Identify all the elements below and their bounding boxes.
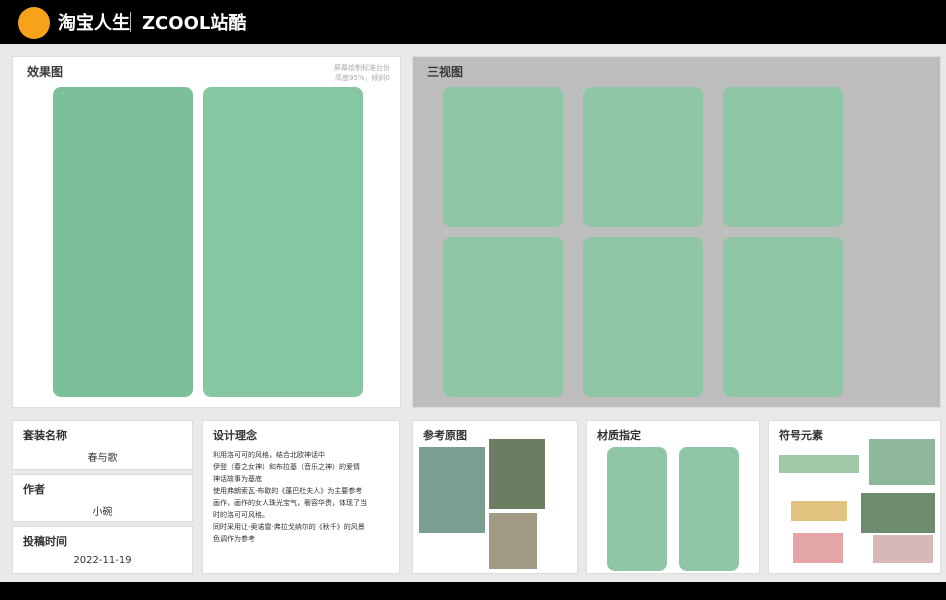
- three-view-bottom-1: [443, 237, 563, 397]
- symbol-image-4: [861, 493, 935, 533]
- design-panel: 设计理念 利用洛可可的风格，结合北欧神话中 伊登（春之女神）和布拉基（音乐之神）…: [202, 420, 400, 574]
- design-line-8: 色调作为参考: [213, 535, 255, 543]
- symbol-image-2: [869, 439, 935, 485]
- design-line-2: 伊登（春之女神）和布拉基（音乐之神）的爱情: [213, 463, 360, 471]
- effect-note-line1: 屏幕绘制标准台份: [334, 64, 390, 72]
- reference-image-1: [419, 447, 485, 533]
- effect-figure-left: [53, 87, 193, 397]
- author-value: 小碗: [92, 507, 113, 518]
- material-figure-1: [607, 447, 667, 571]
- three-view-top-2: [583, 87, 703, 227]
- taobao-logo-icon: [18, 7, 50, 39]
- three-view-bottom-2: [583, 237, 703, 397]
- design-line-1: 利用洛可可的风格，结合北欧神话中: [213, 451, 325, 459]
- submit-time-value: 2022-11-19: [73, 555, 132, 566]
- reference-panel: 参考原图: [412, 420, 578, 574]
- symbol-image-1: [779, 455, 859, 473]
- design-line-3: 神话故事为基底: [213, 475, 262, 483]
- symbol-image-5: [793, 533, 843, 563]
- material-panel: 材质指定: [586, 420, 760, 574]
- material-figure-2: [679, 447, 739, 571]
- suit-name-title: 套装名称: [23, 429, 67, 442]
- bottom-bar: [0, 582, 946, 600]
- three-view-panel: 三视图: [412, 56, 941, 408]
- author-panel: 作者 小碗: [12, 474, 193, 522]
- page: 淘宝人生 ZCOOL站酷 效果图 屏幕绘制标准台份 高度95%，倾斜0 三视图 …: [0, 0, 946, 600]
- three-view-top-1: [443, 87, 563, 227]
- effect-figure-right: [203, 87, 363, 397]
- three-view-bottom-3: [723, 237, 843, 397]
- brand-zcool: ZCOOL站酷: [142, 13, 247, 34]
- author-title: 作者: [23, 483, 45, 496]
- brand-taobao: 淘宝人生: [58, 13, 130, 34]
- reference-image-3: [489, 513, 537, 569]
- reference-title: 参考原图: [423, 429, 467, 442]
- effect-title: 效果图: [27, 65, 64, 79]
- suit-name-value: 春与歌: [87, 453, 118, 464]
- effect-note: 屏幕绘制标准台份 高度95%，倾斜0: [334, 63, 390, 83]
- material-title: 材质指定: [597, 429, 641, 442]
- design-line-6: 时的洛可可风格。: [213, 511, 269, 519]
- effect-panel: 效果图 屏幕绘制标准台份 高度95%，倾斜0: [12, 56, 401, 408]
- design-title: 设计理念: [213, 429, 257, 442]
- symbol-image-6: [873, 535, 933, 563]
- symbol-title: 符号元素: [779, 429, 823, 442]
- top-bar: 淘宝人生 ZCOOL站酷: [0, 0, 946, 44]
- symbol-panel: 符号元素: [768, 420, 941, 574]
- three-view-top-3: [723, 87, 843, 227]
- design-line-7: 同时采用让-奥诺雷·弗拉戈纳尔的《秋千》的风景: [213, 523, 365, 531]
- three-view-title: 三视图: [427, 65, 464, 79]
- divider: [130, 12, 131, 32]
- submit-time-title: 投稿时间: [23, 535, 67, 548]
- design-line-4: 使用弗朗索瓦·布歇的《蓬巴杜夫人》为主要参考: [213, 487, 363, 495]
- effect-note-line2: 高度95%，倾斜0: [334, 74, 390, 82]
- reference-image-2: [489, 439, 545, 509]
- design-text: 利用洛可可的风格，结合北欧神话中 伊登（春之女神）和布拉基（音乐之神）的爱情 神…: [213, 449, 389, 545]
- symbol-image-3: [791, 501, 847, 521]
- submit-time-panel: 投稿时间 2022-11-19: [12, 526, 193, 574]
- design-line-5: 画作，画作的女人珠光宝气，奢容华贵，体现了当: [213, 499, 367, 507]
- suit-name-panel: 套装名称 春与歌: [12, 420, 193, 470]
